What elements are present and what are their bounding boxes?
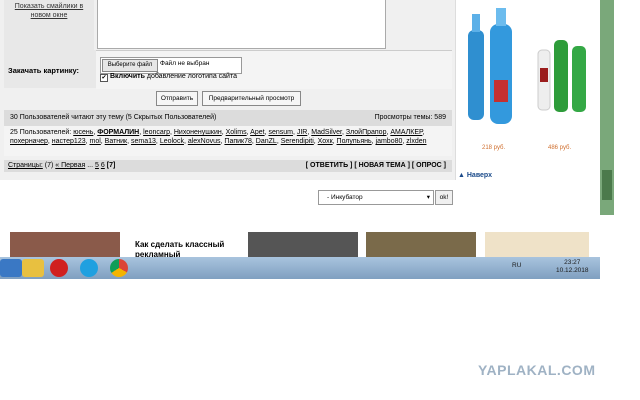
teaser-strip: Как сделать классный рекламный: [0, 222, 600, 259]
user-link[interactable]: похерначер: [10, 138, 48, 145]
user-link[interactable]: alexNovus: [188, 138, 221, 145]
readers-count: 30 Пользователей читают эту тему (5 Скры…: [10, 114, 217, 121]
user-link[interactable]: Ватник: [105, 138, 127, 145]
user-link[interactable]: Leolock: [160, 138, 184, 145]
page-5-link[interactable]: 5: [95, 162, 99, 169]
message-textarea[interactable]: [97, 0, 386, 49]
skype-icon[interactable]: [80, 259, 98, 277]
send-button[interactable]: Отправить: [156, 91, 198, 106]
chrome-icon[interactable]: [110, 259, 128, 277]
user-link[interactable]: Apet: [250, 129, 264, 136]
water-bottles-image: [468, 8, 586, 124]
choose-file-button[interactable]: Выберите файл: [102, 59, 158, 72]
file-status: Файл не выбран: [160, 60, 210, 67]
taskbar-clock[interactable]: 23:27 10.12.2018: [556, 259, 589, 275]
price-2: 486 руб.: [548, 145, 572, 151]
show-smiles-link[interactable]: Показать смайлики в новом окне: [6, 2, 92, 20]
ad-banner[interactable]: 218 руб. 486 руб.: [455, 0, 601, 180]
user-link[interactable]: юсень: [73, 129, 93, 136]
page-6-link[interactable]: 6: [101, 162, 105, 169]
pager-label: Страницы: (7) « Первая ... 5 6 [7]: [8, 162, 116, 169]
price-1: 218 руб.: [482, 145, 506, 151]
pager-bar: Страницы: (7) « Первая ... 5 6 [7] [ ОТВ…: [4, 160, 452, 172]
topic-views: Просмотры темы: 589: [374, 114, 446, 121]
teaser-image-4[interactable]: [485, 232, 589, 258]
scrollbar-thumb[interactable]: [602, 170, 612, 200]
logo-checkbox-label: Включить добавление логотипа сайта: [110, 73, 237, 80]
user-link[interactable]: sema13: [131, 138, 156, 145]
attach-label-cell: Закачать картинку:: [4, 50, 96, 88]
user-link[interactable]: JIR: [297, 129, 308, 136]
user-link[interactable]: Папик78: [224, 138, 251, 145]
start-icon[interactable]: [0, 259, 22, 277]
chevron-down-icon: ▾: [426, 194, 430, 201]
attach-label: Закачать картинку:: [8, 66, 80, 75]
user-link[interactable]: leoncarp: [143, 129, 170, 136]
readers-bar: 30 Пользователей читают эту тему (5 Скры…: [4, 110, 452, 126]
opera-icon[interactable]: [50, 259, 68, 277]
user-link[interactable]: ФОРМАЛИН: [97, 129, 139, 136]
user-link[interactable]: MadSilver: [311, 129, 342, 136]
language-indicator[interactable]: RU: [512, 262, 521, 269]
logo-checkbox[interactable]: ✔: [100, 74, 108, 82]
teaser-image-1[interactable]: [10, 232, 120, 258]
user-link[interactable]: Serendipiti: [281, 138, 314, 145]
user-link[interactable]: Полупьянь: [337, 138, 372, 145]
users-list: 25 Пользователей: юсень, ФОРМАЛИН, leonc…: [4, 126, 452, 156]
user-link[interactable]: Нихоненушкин: [174, 129, 222, 136]
forum-jump-select[interactable]: - Инкубатор ▾: [318, 190, 434, 205]
users-prefix: 25 Пользователей:: [10, 129, 72, 136]
explorer-icon[interactable]: [22, 259, 44, 277]
user-link[interactable]: jambo80: [376, 138, 403, 145]
teaser-image-3[interactable]: [366, 232, 476, 258]
user-link[interactable]: zlxden: [406, 138, 426, 145]
page-7-current: [7]: [106, 162, 116, 169]
user-link[interactable]: ЗлойПрапор: [346, 129, 387, 136]
back-to-top-link[interactable]: ▲ Наверх: [458, 172, 492, 179]
user-link[interactable]: Хохк: [318, 138, 333, 145]
watermark: YAPLAKAL.COM: [478, 362, 596, 378]
user-link[interactable]: настер123: [52, 138, 86, 145]
user-link[interactable]: mol: [90, 138, 101, 145]
forum-jump-ok-button[interactable]: ok!: [435, 190, 453, 205]
preview-button[interactable]: Предварительный просмотр: [202, 91, 301, 106]
user-link[interactable]: sensum: [268, 129, 293, 136]
teaser-image-2[interactable]: [248, 232, 358, 258]
topic-actions[interactable]: [ ОТВЕТИТЬ ] [ НОВАЯ ТЕМА ] [ ОПРОС ]: [306, 160, 446, 172]
first-page-link[interactable]: « Первая: [55, 162, 85, 169]
user-link[interactable]: DanZL: [256, 138, 277, 145]
user-link[interactable]: АМАЛКЕР: [390, 129, 422, 136]
user-link[interactable]: Xolims: [226, 129, 247, 136]
